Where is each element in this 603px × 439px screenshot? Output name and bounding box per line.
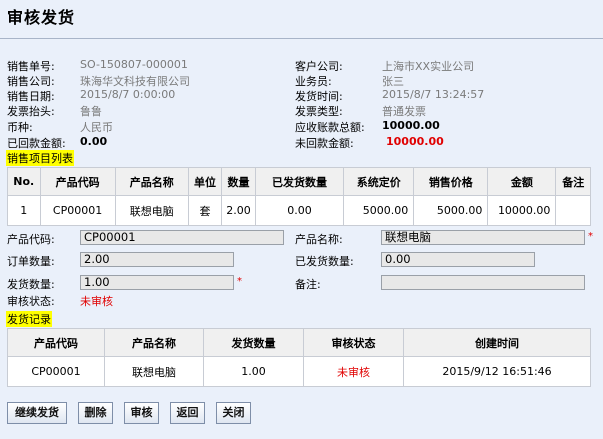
ship-col-audit-status: 审核状态 (303, 328, 404, 357)
received-amount-value: 0.00 (80, 135, 108, 148)
items-cell-product-name: 联想电脑 (114, 195, 189, 226)
continue-ship-button[interactable]: 继续发货 (7, 402, 67, 424)
invoice-type-label: 发票类型: (295, 105, 343, 118)
sales-company-value: 珠海华文科技有限公司 (80, 75, 190, 88)
ship-qty-required-mark: * (237, 276, 242, 287)
page-title: 审核发货 (7, 8, 76, 27)
delete-button[interactable]: 删除 (78, 402, 113, 424)
receivable-total-label: 应收账款总额: (295, 121, 365, 134)
shipped-qty-label: 已发货数量: (295, 255, 354, 268)
ship-col-ship-qty: 发货数量 (203, 328, 304, 357)
items-cell-no: 1 (7, 195, 41, 226)
items-cell-shipped-qty: 0.00 (254, 195, 345, 226)
sales-date-label: 销售日期: (7, 90, 55, 103)
audit-button[interactable]: 审核 (124, 402, 159, 424)
ship-cell-created-time: 2015/9/12 16:51:46 (403, 356, 591, 387)
customer-company-label: 客户公司: (295, 60, 343, 73)
order-qty-field[interactable]: 2.00 (80, 252, 234, 267)
product-name-required-mark: * (588, 231, 593, 242)
product-name-label: 产品名称: (295, 233, 343, 246)
sales-company-label: 销售公司: (7, 75, 55, 88)
ship-qty-label: 发货数量: (7, 278, 55, 291)
items-col-unit: 单位 (187, 167, 223, 196)
received-amount-label: 已回款金额: (7, 137, 66, 150)
items-cell-remark (555, 195, 591, 226)
shipped-qty-field[interactable]: 0.00 (381, 252, 535, 267)
items-col-amount: 金额 (487, 167, 557, 196)
items-cell-amount: 10000.00 (487, 195, 557, 226)
ship-time-value: 2015/8/7 13:24:57 (382, 88, 485, 101)
product-code-label: 产品代码: (7, 233, 55, 246)
ship-cell-audit-status: 未审核 (303, 356, 404, 387)
ship-table-header-row: 产品代码 产品名称 发货数量 审核状态 创建时间 (7, 328, 591, 357)
title-divider (0, 38, 603, 39)
invoice-type-value: 普通发票 (382, 105, 426, 118)
items-col-shipped-qty: 已发货数量 (254, 167, 345, 196)
invoice-title-label: 发票抬头: (7, 105, 55, 118)
customer-company-value: 上海市XX实业公司 (382, 60, 475, 73)
ship-cell-product-name: 联想电脑 (104, 356, 204, 387)
order-qty-label: 订单数量: (7, 255, 55, 268)
items-col-sale-price: 销售价格 (413, 167, 489, 196)
salesman-label: 业务员: (295, 75, 332, 88)
ship-col-product-name: 产品名称 (104, 328, 204, 357)
order-no-label: 销售单号: (7, 60, 55, 73)
unpaid-amount-value: 10000.00 (386, 135, 444, 148)
items-section-label: 销售项目列表 (6, 150, 74, 166)
items-cell-qty: 2.00 (221, 195, 256, 226)
ship-qty-input[interactable]: 1.00 (80, 275, 234, 290)
remark-input[interactable] (381, 275, 585, 290)
items-table-header-row: No. 产品代码 产品名称 单位 数量 已发货数量 系统定价 销售价格 金额 备… (7, 167, 591, 196)
remark-label: 备注: (295, 278, 321, 291)
order-no-value: SO-150807-000001 (80, 58, 188, 71)
ship-cell-product-code: CP00001 (7, 356, 105, 387)
salesman-value: 张三 (382, 75, 404, 88)
items-cell-unit: 套 (187, 195, 223, 226)
items-col-qty: 数量 (221, 167, 256, 196)
items-col-remark: 备注 (555, 167, 591, 196)
items-col-product-code: 产品代码 (39, 167, 116, 196)
ship-table: 产品代码 产品名称 发货数量 审核状态 创建时间 CP00001 联想电脑 1.… (7, 328, 591, 387)
ship-section-label: 发货记录 (6, 311, 52, 327)
ship-col-created-time: 创建时间 (403, 328, 591, 357)
receivable-total-value: 10000.00 (382, 119, 440, 132)
back-button[interactable]: 返回 (170, 402, 205, 424)
items-cell-product-code: CP00001 (39, 195, 116, 226)
ship-time-label: 发货时间: (295, 90, 343, 103)
unpaid-amount-label: 未回款金额: (295, 137, 354, 150)
close-button[interactable]: 关闭 (216, 402, 251, 424)
items-cell-sale-price: 5000.00 (413, 195, 489, 226)
audit-status-label: 审核状态: (7, 295, 55, 308)
items-col-product-name: 产品名称 (114, 167, 189, 196)
items-col-no: No. (7, 167, 41, 196)
product-code-field[interactable]: CP00001 (80, 230, 284, 245)
product-name-field[interactable]: 联想电脑 (381, 230, 585, 245)
invoice-title-value: 鲁鲁 (80, 105, 102, 118)
currency-label: 币种: (7, 121, 33, 134)
items-col-system-price: 系统定价 (343, 167, 415, 196)
audit-status-value: 未审核 (80, 295, 113, 308)
ship-col-product-code: 产品代码 (7, 328, 105, 357)
table-row[interactable]: 1 CP00001 联想电脑 套 2.00 0.00 5000.00 5000.… (7, 195, 591, 226)
currency-value: 人民币 (80, 121, 113, 134)
table-row[interactable]: CP00001 联想电脑 1.00 未审核 2015/9/12 16:51:46 (7, 356, 591, 387)
sales-date-value: 2015/8/7 0:00:00 (80, 88, 176, 101)
items-table: No. 产品代码 产品名称 单位 数量 已发货数量 系统定价 销售价格 金额 备… (7, 167, 591, 226)
ship-cell-ship-qty: 1.00 (203, 356, 304, 387)
items-cell-system-price: 5000.00 (343, 195, 415, 226)
